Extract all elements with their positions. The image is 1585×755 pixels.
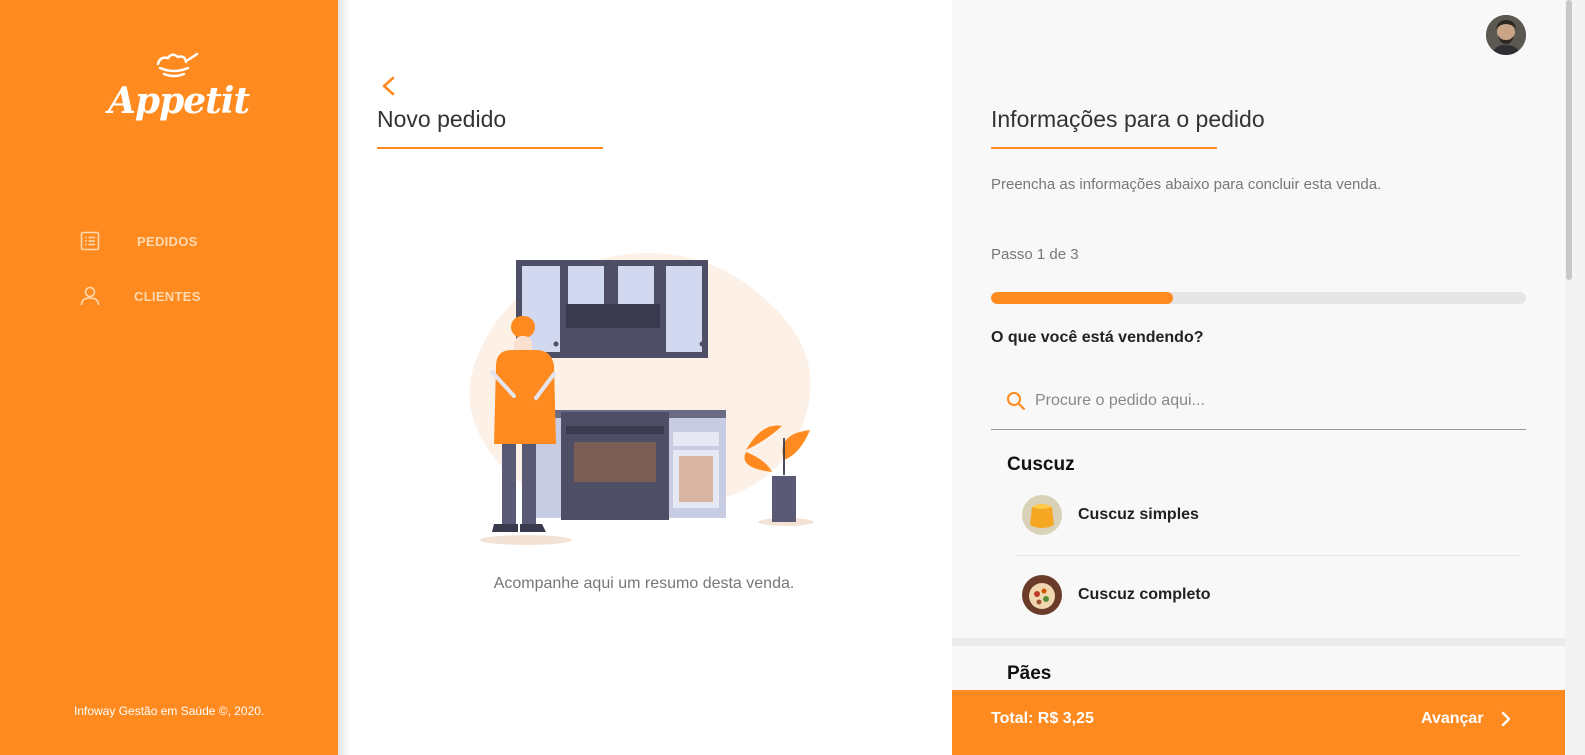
search-icon: [1005, 390, 1027, 412]
title-underline: [377, 147, 603, 149]
chef-kitchen-illustration: [466, 240, 826, 550]
logo-text: Appetit: [108, 80, 250, 122]
sidebar-item-label: PEDIDOS: [137, 233, 198, 249]
list-icon: [78, 229, 102, 253]
sidebar-item-clientes[interactable]: CLIENTES: [78, 284, 201, 308]
search-input[interactable]: [1035, 386, 1505, 416]
back-chevron-icon[interactable]: [378, 74, 400, 98]
advance-label: Avançar: [1421, 710, 1484, 727]
order-total: Total: R$ 3,25: [991, 710, 1094, 727]
order-info-title: Informações para o pedido: [991, 106, 1265, 132]
summary-caption: Acompanhe aqui um resumo desta venda.: [493, 575, 795, 592]
sidebar: Appetit PEDIDOS CLIENTES Infoway Gestão …: [0, 0, 338, 755]
product-item-cuscuz-completo[interactable]: Cuscuz completo: [1022, 574, 1210, 616]
user-avatar[interactable]: [1486, 15, 1526, 55]
product-thumbnail: [1022, 575, 1062, 615]
user-icon: [78, 284, 102, 308]
copyright-text: Infoway Gestão em Saúde ©, 2020.: [74, 704, 265, 718]
page-title: Novo pedido: [377, 106, 507, 132]
advance-button[interactable]: Avançar: [1421, 706, 1516, 732]
category-title-paes: Pães: [1007, 663, 1052, 684]
product-label: Cuscuz simples: [1078, 506, 1199, 523]
product-item-cuscuz-simples[interactable]: Cuscuz simples: [1022, 494, 1199, 536]
checkout-bar: Total: R$ 3,25 Avançar: [952, 690, 1565, 755]
title-underline: [991, 147, 1217, 149]
category-title-cuscuz: Cuscuz: [1007, 454, 1075, 475]
order-info-description: Preencha as informações abaixo para conc…: [991, 176, 1382, 193]
sidebar-shadow: [338, 0, 350, 755]
product-thumbnail: [1022, 495, 1062, 535]
category-separator: [952, 638, 1565, 646]
step-progress-bar: [991, 292, 1526, 304]
chevron-right-icon: [1496, 709, 1516, 729]
search-box: [991, 378, 1526, 430]
list-divider: [1017, 555, 1520, 556]
sidebar-item-pedidos[interactable]: PEDIDOS: [78, 229, 198, 253]
step-indicator: Passo 1 de 3: [991, 246, 1079, 263]
sidebar-item-label: CLIENTES: [134, 288, 201, 304]
progress-fill: [991, 292, 1173, 304]
appetit-logo: Appetit: [108, 50, 250, 140]
product-label: Cuscuz completo: [1078, 586, 1211, 603]
scrollbar-thumb[interactable]: [1566, 0, 1572, 280]
selling-question: O que você está vendendo?: [991, 329, 1204, 346]
